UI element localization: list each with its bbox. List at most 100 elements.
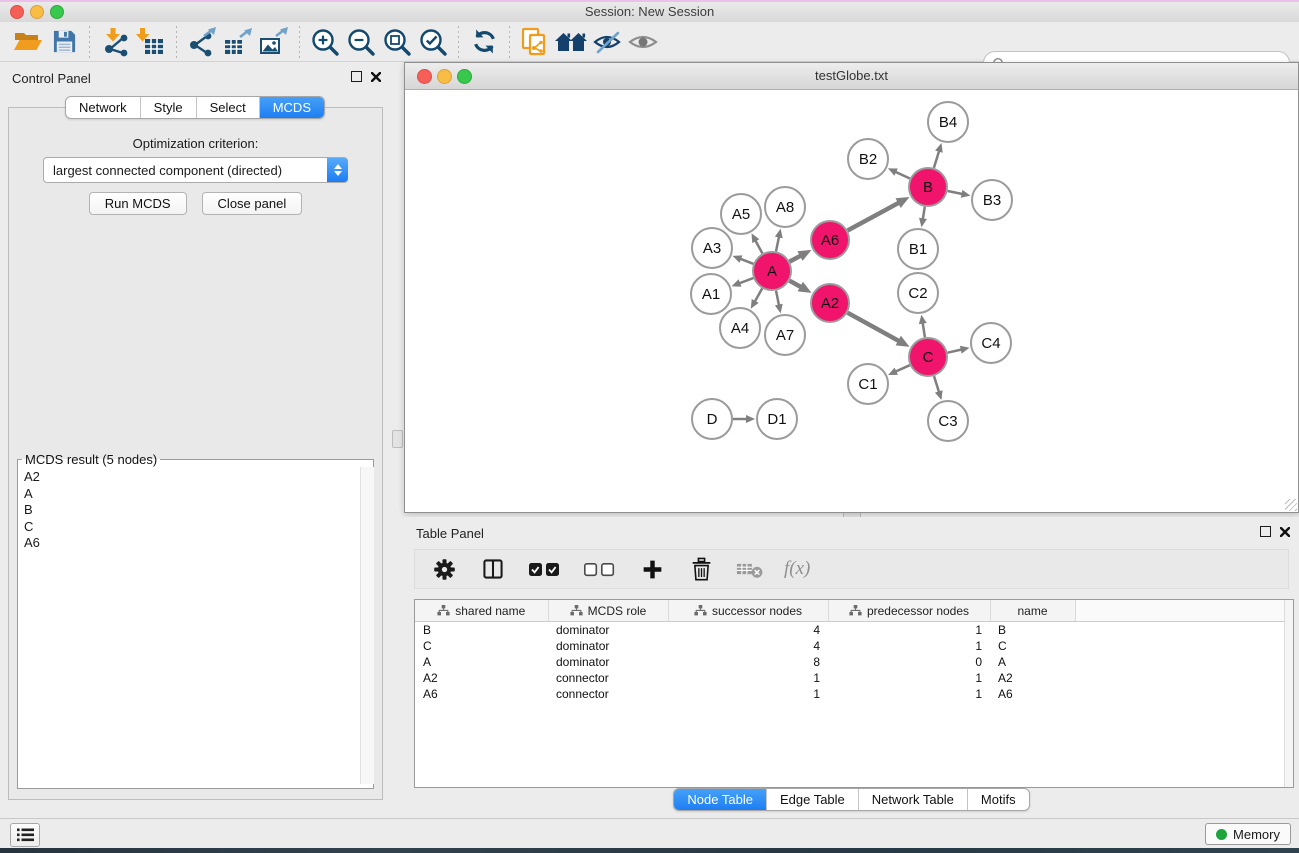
column-header-successor-nodes[interactable]: successor nodes [668,600,828,622]
open-session-icon[interactable] [10,24,46,60]
tab-edge-table[interactable]: Edge Table [766,789,858,810]
table-cell[interactable]: dominator [548,622,668,639]
delete-table-icon[interactable] [735,554,765,584]
memory-button[interactable]: Memory [1205,823,1291,845]
network-window-titlebar[interactable]: testGlobe.txt [405,63,1298,90]
zoom-selected-icon[interactable] [415,24,451,60]
import-table-icon[interactable] [133,24,169,60]
zoom-in-icon[interactable] [307,24,343,60]
network-minimize-traffic-light[interactable] [437,69,452,84]
refresh-icon[interactable] [466,24,502,60]
mcds-result-item[interactable]: A6 [19,535,374,552]
dropdown-stepper-icon[interactable] [327,158,348,182]
float-panel-icon[interactable] [351,71,362,82]
close-traffic-light[interactable] [10,5,24,19]
export-table-icon[interactable] [220,24,256,60]
network-zoom-traffic-light[interactable] [457,69,472,84]
table-cell[interactable]: A [990,654,1075,670]
table-cell[interactable]: 1 [828,638,990,654]
column-header-name[interactable]: name [990,600,1075,622]
export-image-icon[interactable] [256,24,292,60]
table-scrollbar[interactable] [1284,600,1293,787]
table-cell[interactable]: 4 [668,622,828,639]
table-cell[interactable]: 1 [828,686,990,702]
zoom-out-icon[interactable] [343,24,379,60]
table-cell[interactable]: 8 [668,654,828,670]
tab-style[interactable]: Style [140,97,196,118]
graph-edge-A2-C[interactable] [848,313,902,343]
save-session-icon[interactable] [46,24,82,60]
mcds-result-item[interactable]: A2 [19,469,374,486]
close-panel-icon[interactable] [1280,527,1290,537]
graph-edge-A6-B[interactable] [848,201,902,230]
vertical-splitter-grip[interactable] [392,430,403,448]
column-header-mcds-role[interactable]: MCDS role [548,600,668,622]
window-resize-grip[interactable] [1285,499,1297,511]
network-canvas[interactable]: B4B2BB3A5A8A6A3B1AA1C2A2A4A7C4CC1C3DD1 [405,90,1298,512]
table-cell[interactable]: C [990,638,1075,654]
task-history-button[interactable] [10,823,40,847]
table-cell[interactable]: C [415,638,548,654]
tab-node-table[interactable]: Node Table [674,789,766,810]
mcds-result-item[interactable]: B [19,502,374,519]
table-row[interactable]: Cdominator41C [415,638,1293,654]
table-row[interactable]: Bdominator41B [415,622,1293,639]
close-panel-button[interactable]: Close panel [202,192,303,215]
float-panel-icon[interactable] [1260,526,1271,537]
table-cell[interactable]: 4 [668,638,828,654]
table-cell[interactable]: 0 [828,654,990,670]
hierarchy-icon [694,605,707,616]
hide-selection-icon[interactable] [589,24,625,60]
export-network-icon[interactable] [184,24,220,60]
column-header-predecessor-nodes[interactable]: predecessor nodes [828,600,990,622]
table-row[interactable]: A6connector11A6 [415,686,1293,702]
table-cell[interactable]: 1 [668,670,828,686]
column-view-icon[interactable] [478,554,508,584]
network-from-selection-icon[interactable] [517,24,553,60]
run-mcds-button[interactable]: Run MCDS [89,192,187,215]
tab-mcds[interactable]: MCDS [259,97,324,118]
table-row[interactable]: A2connector11A2 [415,670,1293,686]
show-all-icon[interactable] [625,24,661,60]
table-cell[interactable]: 1 [668,686,828,702]
table-cell[interactable]: connector [548,686,668,702]
table-cell[interactable]: connector [548,670,668,686]
mcds-result-item[interactable]: A [19,486,374,503]
table-cell[interactable]: dominator [548,654,668,670]
tab-select[interactable]: Select [196,97,259,118]
first-neighbors-icon[interactable] [553,24,589,60]
table-cell[interactable]: 1 [828,622,990,639]
table-cell[interactable]: A [415,654,548,670]
network-close-traffic-light[interactable] [417,69,432,84]
table-cell[interactable]: 1 [828,670,990,686]
tab-motifs[interactable]: Motifs [967,789,1029,810]
minimize-traffic-light[interactable] [30,5,44,19]
result-scrollbar[interactable] [360,467,374,784]
table-cell[interactable]: A2 [990,670,1075,686]
settings-gear-icon[interactable] [429,554,459,584]
graph-edge-B-B4[interactable] [934,149,940,168]
table-cell[interactable]: B [415,622,548,639]
add-column-icon[interactable] [637,554,667,584]
import-network-icon[interactable] [97,24,133,60]
table-cell[interactable]: A2 [415,670,548,686]
mcds-result-item[interactable]: C [19,519,374,536]
table-row[interactable]: Adominator80A [415,654,1293,670]
tab-network-table[interactable]: Network Table [858,789,967,810]
graph-edge-C-C3[interactable] [934,376,940,394]
select-all-icon[interactable] [527,554,563,584]
table-cell[interactable]: dominator [548,638,668,654]
function-builder-icon[interactable]: f(x) [784,554,810,584]
deselect-all-icon[interactable] [582,554,618,584]
table-cell[interactable]: A6 [415,686,548,702]
table-cell[interactable]: A6 [990,686,1075,702]
zoom-traffic-light[interactable] [50,5,64,19]
criterion-dropdown[interactable]: largest connected component (directed) [43,157,348,183]
delete-column-icon[interactable] [686,554,716,584]
control-panel: Control Panel Optimization criterion: la… [0,62,390,818]
close-panel-icon[interactable] [371,72,381,82]
column-header-shared-name[interactable]: shared name [415,600,548,622]
table-cell[interactable]: B [990,622,1075,639]
zoom-fit-icon[interactable] [379,24,415,60]
tab-network[interactable]: Network [66,97,140,118]
